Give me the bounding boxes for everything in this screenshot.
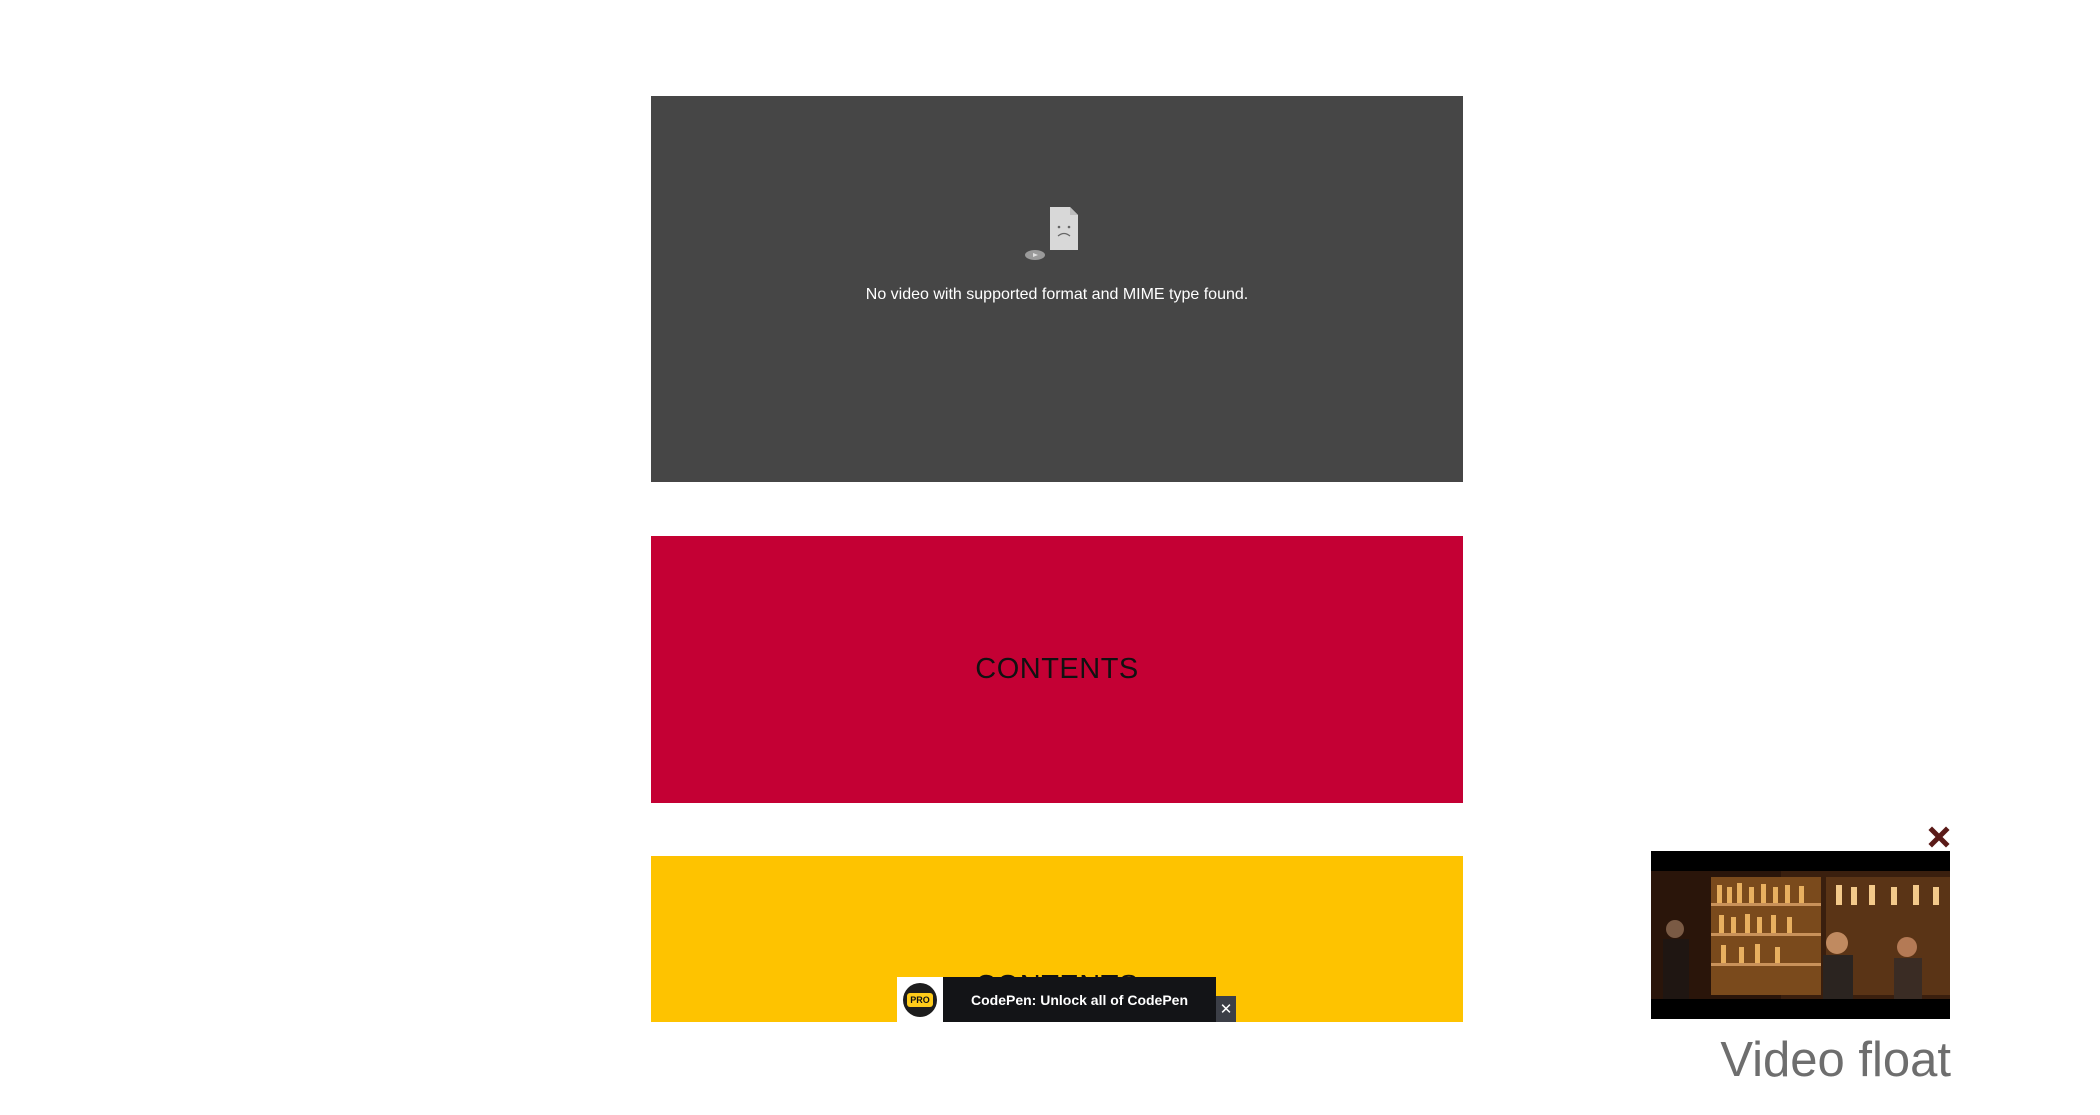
broken-video-icon	[1025, 207, 1078, 260]
video-float-caption: Video float	[1720, 1033, 1951, 1087]
close-x-icon[interactable]	[1925, 823, 1953, 851]
pro-badge-label: PRO	[907, 992, 933, 1007]
promo-close-button[interactable]: ✕	[1216, 996, 1236, 1022]
codepen-promo-banner[interactable]: PRO CodePen: Unlock all of CodePen ✕	[897, 977, 1236, 1022]
promo-link[interactable]: CodePen: Unlock all of CodePen	[943, 977, 1216, 1022]
codepen-pro-logo: PRO	[897, 977, 943, 1022]
floating-video-player[interactable]	[1651, 851, 1950, 1019]
page: No video with supported format and MIME …	[0, 0, 2100, 1115]
video-error-message: No video with supported format and MIME …	[865, 286, 1249, 303]
pro-badge-icon: PRO	[903, 982, 937, 1017]
content-block-red: CONTENTS	[651, 536, 1463, 803]
video-player[interactable]: No video with supported format and MIME …	[651, 96, 1463, 482]
content-block-label: CONTENTS	[975, 653, 1139, 685]
floating-video-frame	[1651, 851, 1950, 1019]
